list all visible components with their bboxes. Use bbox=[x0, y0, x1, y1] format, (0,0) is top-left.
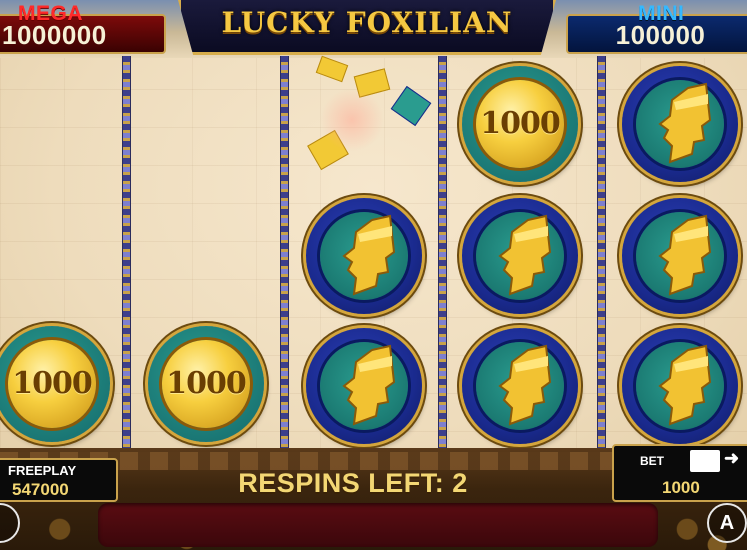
coin-value: 1000 bbox=[166, 366, 247, 401]
coin-value: 1000 bbox=[12, 366, 93, 401]
game-title: LUCKY FOXILIAN bbox=[221, 6, 513, 39]
game-logo: LUCKY FOXILIAN bbox=[178, 0, 556, 55]
bet-toggle[interactable] bbox=[690, 450, 720, 472]
pharaoh-icon bbox=[342, 214, 396, 296]
pharaoh-coin bbox=[622, 198, 738, 314]
freeplay-label: FREEPLAY bbox=[8, 463, 77, 478]
pharaoh-icon bbox=[498, 344, 552, 426]
freeplay-panel: FREEPLAY 547000 bbox=[0, 458, 118, 502]
slot-game-screen: MEGA 1000000 MINI 100000 LUCKY FOXILIAN … bbox=[0, 0, 747, 550]
pharaoh-icon bbox=[498, 214, 552, 296]
reel-divider bbox=[280, 56, 289, 456]
autoplay-icon[interactable]: A bbox=[707, 503, 747, 543]
pharaoh-coin bbox=[462, 328, 578, 444]
freeplay-value: 547000 bbox=[12, 480, 69, 499]
reel-divider bbox=[122, 56, 131, 456]
pharaoh-icon bbox=[342, 344, 396, 426]
bet-value: 1000 bbox=[662, 478, 700, 497]
mini-jackpot-value: 100000 bbox=[615, 20, 706, 50]
pharaoh-coin bbox=[306, 198, 422, 314]
mega-jackpot-panel: MEGA 1000000 bbox=[0, 2, 166, 54]
reel-divider bbox=[438, 56, 447, 456]
pharaoh-coin bbox=[622, 328, 738, 444]
mini-jackpot-panel: MINI 100000 bbox=[566, 2, 747, 54]
pharaoh-coin bbox=[462, 198, 578, 314]
coin-value: 1000 bbox=[480, 106, 561, 141]
value-coin: 1000 bbox=[462, 66, 578, 182]
bet-label: BET bbox=[640, 454, 664, 468]
value-coin: 1000 bbox=[148, 326, 264, 442]
pharaoh-coin bbox=[306, 328, 422, 444]
bet-panel[interactable]: BET ➜ 1000 bbox=[612, 444, 747, 502]
autoplay-label: A bbox=[719, 512, 735, 534]
arrow-right-icon[interactable]: ➜ bbox=[724, 448, 739, 469]
pharaoh-icon bbox=[658, 214, 712, 296]
mega-jackpot-value: 1000000 bbox=[2, 20, 107, 50]
pharaoh-icon bbox=[658, 82, 712, 164]
spin-bar[interactable] bbox=[98, 503, 658, 547]
reel-divider bbox=[597, 56, 606, 456]
respins-counter: RESPINS LEFT: 2 bbox=[238, 468, 468, 498]
pharaoh-coin bbox=[622, 66, 738, 182]
pharaoh-icon bbox=[658, 344, 712, 426]
